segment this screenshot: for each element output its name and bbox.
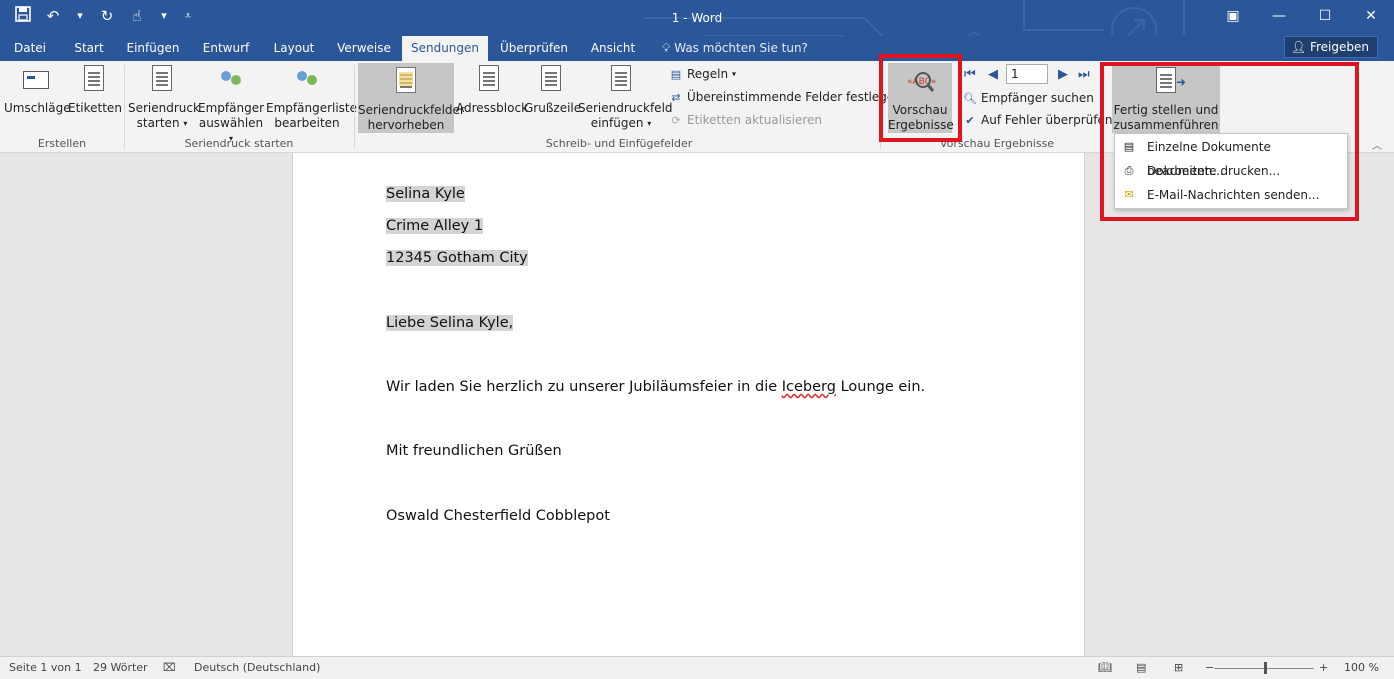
zoom-out-button[interactable]: − [1205,661,1214,674]
start-mail-merge-button[interactable]: Seriendruck starten ▾ [128,61,200,135]
title-bar: ↶ ▾ ↻ ☝ ▾ ⩡ 1 - Word ▣ — ☐ ✕ [0,0,1394,36]
zoom-slider-thumb[interactable] [1264,662,1267,674]
print-layout-icon[interactable]: ▤ [1136,661,1146,674]
proofing-icon[interactable]: ⌧ [163,661,176,674]
document-page[interactable]: Selina Kyle Crime Alley 1 12345 Gotham C… [292,153,1085,656]
window-controls: ▣ — ☐ ✕ [1210,0,1394,32]
spelling-error-word: Iceberg [781,379,836,395]
group-label-vorschau: Vorschau Ergebnisse [939,137,1055,150]
greeting-line-button[interactable]: Grußzeile [524,61,581,135]
tab-datei[interactable]: Datei [4,36,56,61]
tab-sendungen[interactable]: Sendungen [402,36,488,61]
finish-merge-icon [1156,67,1176,93]
match-fields-icon: ⇄ [671,91,681,104]
ribbon-tabs: Datei Start Einfügen Entwurf Layout Verw… [0,36,1394,61]
finish-merge-button[interactable]: ➜ Fertig stellen und zusammenführen ▾ [1112,63,1220,145]
rules-button[interactable]: ▤ Regeln ▾ [668,64,736,85]
address-block-button[interactable]: Adressblock [456,61,528,135]
dropdown-caret-icon: ▾ [647,119,652,128]
lightbulb-icon: 💡︎ [662,41,671,55]
preview-abc-icon: «ABC» [904,67,936,101]
last-record-icon[interactable]: ⏭ [1078,67,1090,82]
printer-icon: ⎙ [1124,164,1134,177]
menu-send-email[interactable]: ✉ E-Mail-Nachrichten senden... [1115,183,1347,207]
tab-layout[interactable]: Layout [266,36,322,61]
edit-documents-icon: ▤ [1123,140,1135,153]
person-icon: 👤︎ [1290,40,1307,54]
dropdown-caret-icon: ▾ [183,119,188,128]
update-labels-icon: ⟳ [671,114,681,127]
tab-verweise[interactable]: Verweise [332,36,396,61]
check-errors-button[interactable]: ✔ Auf Fehler überprüfen [962,110,1112,131]
tab-start[interactable]: Start [66,36,112,61]
select-recipients-button[interactable]: Empfänger auswählen ▾ [198,61,264,143]
edit-list-icon [295,69,319,95]
group-label-erstellen: Erstellen [37,137,87,150]
zoom-level[interactable]: 100 % [1344,661,1379,674]
web-layout-icon[interactable]: ⊞ [1174,661,1183,674]
recipients-icon [219,69,243,95]
language-status[interactable]: Deutsch (Deutschland) [194,661,320,674]
window-title: 1 - Word [671,11,723,25]
insert-field-icon [611,65,631,91]
email-icon: ✉ [1124,188,1134,201]
edit-recipient-list-button[interactable]: Empfängerliste bearbeiten [266,61,357,135]
letter-closing[interactable]: Mit freundlichen Grüßen [386,443,562,459]
first-record-icon[interactable]: ⏮ [964,67,976,82]
menu-edit-documents[interactable]: ▤ Einzelne Dokumente bearbeiten... [1115,135,1347,178]
highlight-merge-fields-button[interactable]: Seriendruckfelder hervorheben [358,63,465,133]
tab-einfuegen[interactable]: Einfügen [120,36,186,61]
next-record-icon[interactable]: ▶ [1058,67,1068,82]
zoom-in-button[interactable]: + [1319,661,1328,674]
word-count[interactable]: 29 Wörter [93,661,148,674]
tell-me-text: Was möchten Sie tun? [674,41,808,55]
maximize-icon[interactable]: ☐ [1302,0,1348,32]
envelopes-button[interactable]: Umschläge [4,61,71,135]
arrow-right-icon: ➜ [1176,75,1187,89]
minimize-icon[interactable]: — [1256,0,1302,32]
page-count[interactable]: Seite 1 von 1 [9,661,82,674]
collapse-ribbon-icon[interactable]: ︿ [1372,137,1382,152]
share-label: Freigeben [1309,40,1369,54]
update-labels-button[interactable]: ⟳ Etiketten aktualisieren [668,110,822,131]
check-errors-icon: ✔ [965,114,975,127]
status-bar: Seite 1 von 1 29 Wörter ⌧ Deutsch (Deuts… [0,656,1394,679]
document-area: Selina Kyle Crime Alley 1 12345 Gotham C… [0,153,1394,656]
rules-icon: ▤ [670,68,682,81]
mail-merge-icon [152,65,172,91]
search-icon: 🔍︎ [963,92,977,105]
close-icon[interactable]: ✕ [1348,0,1394,32]
greeting-line-icon [541,65,561,91]
tab-entwurf[interactable]: Entwurf [196,36,256,61]
tell-me-box[interactable]: 💡︎ Was möchten Sie tun? [662,36,808,61]
svg-text:«ABC»: «ABC» [907,77,936,87]
finish-merge-menu: ▤ Einzelne Dokumente bearbeiten... ⎙ Dokum… [1114,133,1348,209]
tab-ueberpruefen[interactable]: Überprüfen [496,36,572,61]
preview-results-button[interactable]: «ABC» Vorschau Ergebnisse [888,63,954,133]
match-fields-button[interactable]: ⇄ Übereinstimmende Felder festlegen [668,87,901,108]
insert-merge-field-button[interactable]: Seriendruckfeld einfügen ▾ [578,61,673,135]
merge-field-city[interactable]: 12345 Gotham City [386,250,528,266]
letter-signature[interactable]: Oswald Chesterfield Cobblepot [386,508,610,524]
labels-icon [84,65,104,91]
envelope-icon [23,71,49,89]
menu-print-documents[interactable]: ⎙ Dokumente drucken... [1115,159,1347,183]
tab-ansicht[interactable]: Ansicht [582,36,644,61]
merge-field-street[interactable]: Crime Alley 1 [386,218,484,234]
address-block-icon [479,65,499,91]
merge-field-name[interactable]: Selina Kyle [386,186,465,202]
letter-body[interactable]: Wir laden Sie herzlich zu unserer Jubilä… [386,379,925,395]
read-mode-icon[interactable]: 📖︎ [1098,661,1112,674]
dropdown-caret-icon: ▾ [731,69,736,79]
merge-field-greeting[interactable]: Liebe Selina Kyle, [386,315,514,331]
share-button[interactable]: 👤︎ Freigeben [1283,36,1378,58]
find-recipient-button[interactable]: 🔍︎ Empfänger suchen [962,88,1094,109]
record-number-input[interactable]: 1 [1006,64,1048,84]
ribbon-display-icon[interactable]: ▣ [1210,0,1256,32]
previous-record-icon[interactable]: ◀ [988,67,998,82]
highlight-fields-icon [396,67,416,93]
labels-button[interactable]: Etiketten [68,61,122,135]
group-label-felder: Schreib- und Einfügefelder [545,137,693,150]
group-label-seriendruck: Seriendruck starten [184,137,294,150]
